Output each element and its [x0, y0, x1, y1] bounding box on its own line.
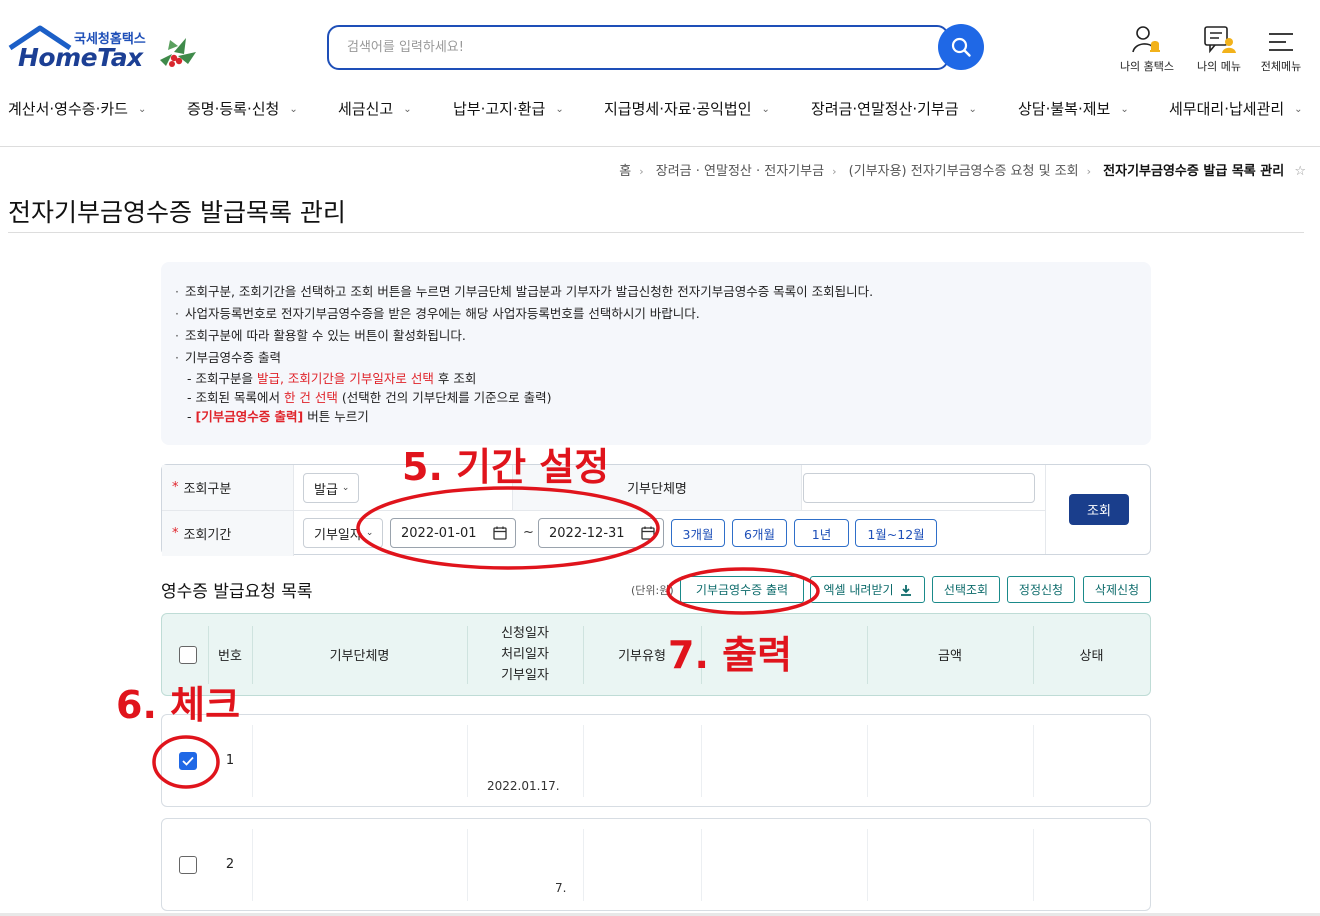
- annotation-overlay: [152, 486, 820, 789]
- annotation-step5: 5. 기간 설정: [402, 445, 610, 489]
- annotation-step7: 7. 출력: [668, 633, 793, 677]
- annotation-step6: 6. 체크: [116, 683, 241, 727]
- annotation-circle-print: [666, 567, 820, 615]
- annotation-circle-period: [356, 486, 660, 570]
- annotation-circle-check: [152, 735, 220, 789]
